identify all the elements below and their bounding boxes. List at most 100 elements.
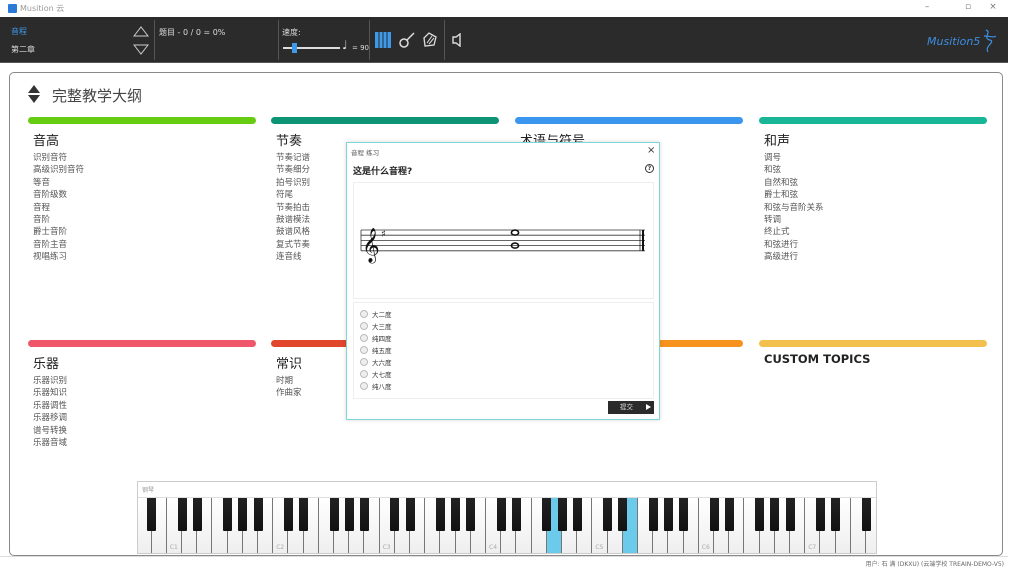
radio-button[interactable] xyxy=(360,310,368,318)
dialog-close-button[interactable]: × xyxy=(647,145,655,156)
black-key[interactable] xyxy=(831,498,841,531)
black-key[interactable] xyxy=(283,498,293,531)
topic-link[interactable]: 拍号识别 xyxy=(276,177,310,189)
topic-label[interactable]: 音程 xyxy=(11,26,27,37)
topic-link[interactable]: 乐器音域 xyxy=(33,437,67,449)
black-key[interactable] xyxy=(724,498,734,531)
black-key[interactable] xyxy=(177,498,187,531)
speaker-icon[interactable] xyxy=(452,33,462,47)
topic-link[interactable]: 节奏拍击 xyxy=(276,202,310,214)
topic-link[interactable]: 视唱练习 xyxy=(33,251,67,263)
black-key[interactable] xyxy=(147,498,157,531)
radio-button[interactable] xyxy=(360,370,368,378)
tempo-slider-thumb[interactable] xyxy=(291,43,297,53)
answer-option[interactable]: 纯五度 xyxy=(360,345,392,355)
clap-icon[interactable] xyxy=(422,31,438,49)
black-key[interactable] xyxy=(435,498,445,531)
topic-link[interactable]: 和弦 xyxy=(764,164,781,176)
topic-link[interactable]: 音阶级数 xyxy=(33,189,67,201)
topic-link[interactable]: 爵士和弦 xyxy=(764,189,798,201)
topic-link[interactable]: 识别音符 xyxy=(33,152,67,164)
black-key[interactable] xyxy=(253,498,263,531)
answer-option[interactable]: 大七度 xyxy=(360,369,392,379)
black-key[interactable] xyxy=(329,498,339,531)
black-key[interactable] xyxy=(344,498,354,531)
radio-button[interactable] xyxy=(360,346,368,354)
black-key[interactable] xyxy=(390,498,400,531)
black-key[interactable] xyxy=(663,498,673,531)
topic-link[interactable]: 音阶主音 xyxy=(33,239,67,251)
prev-next-arrows[interactable] xyxy=(133,25,149,57)
black-key[interactable] xyxy=(755,498,765,531)
answer-option[interactable]: 大三度 xyxy=(360,321,392,331)
topic-link[interactable]: 复式节奏 xyxy=(276,239,310,251)
topic-link[interactable]: 节奏细分 xyxy=(276,164,310,176)
piano-icon[interactable] xyxy=(375,32,391,48)
category-heading[interactable]: 和声 xyxy=(764,130,790,149)
answer-option[interactable]: 纯四度 xyxy=(360,333,392,343)
close-button[interactable]: × xyxy=(986,2,1000,12)
topic-link[interactable]: 调号 xyxy=(764,152,781,164)
black-key[interactable] xyxy=(785,498,795,531)
topic-link[interactable]: 乐器调性 xyxy=(33,400,67,412)
sort-arrows-icon[interactable] xyxy=(27,84,41,104)
topic-link[interactable]: 高级识别音符 xyxy=(33,164,84,176)
category-heading[interactable]: 音高 xyxy=(33,130,59,149)
radio-button[interactable] xyxy=(360,358,368,366)
answer-option[interactable]: 纯八度 xyxy=(360,381,392,391)
black-key[interactable] xyxy=(223,498,233,531)
black-key[interactable] xyxy=(299,498,309,531)
topic-link[interactable]: 鼓谱模法 xyxy=(276,214,310,226)
category-heading[interactable]: 节奏 xyxy=(276,130,302,149)
topic-link[interactable]: 乐器知识 xyxy=(33,387,67,399)
black-key[interactable] xyxy=(192,498,202,531)
black-key[interactable] xyxy=(511,498,521,531)
topic-link[interactable]: 爵士音阶 xyxy=(33,226,67,238)
radio-button[interactable] xyxy=(360,334,368,342)
topic-link[interactable]: 节奏记谱 xyxy=(276,152,310,164)
black-key[interactable] xyxy=(405,498,415,531)
topic-link[interactable]: 和弦与音阶关系 xyxy=(764,202,824,214)
topic-link[interactable]: 终止式 xyxy=(764,226,790,238)
topic-link[interactable]: 符尾 xyxy=(276,189,293,201)
topic-link[interactable]: 高级进行 xyxy=(764,251,798,263)
category-heading[interactable]: 常识 xyxy=(276,353,302,372)
topic-link[interactable]: 等音 xyxy=(33,177,50,189)
tempo-slider[interactable] xyxy=(283,43,340,53)
topic-link[interactable]: 乐器移调 xyxy=(33,412,67,424)
black-key[interactable] xyxy=(572,498,582,531)
black-key[interactable] xyxy=(709,498,719,531)
topic-link[interactable]: 鼓谱风格 xyxy=(276,226,310,238)
black-key[interactable] xyxy=(238,498,248,531)
black-key[interactable] xyxy=(679,498,689,531)
black-key[interactable] xyxy=(557,498,567,531)
topic-link[interactable]: 谱号转换 xyxy=(33,425,67,437)
topic-link[interactable]: 作曲家 xyxy=(276,387,302,399)
help-icon[interactable]: ? xyxy=(645,164,654,173)
topic-link[interactable]: 转调 xyxy=(764,214,781,226)
topic-link[interactable]: 乐器识别 xyxy=(33,375,67,387)
minimize-button[interactable]: – xyxy=(920,2,934,12)
submit-button[interactable]: 提交 xyxy=(608,401,654,414)
restore-button[interactable]: ▫ xyxy=(961,2,975,12)
topic-link[interactable]: 自然和弦 xyxy=(764,177,798,189)
black-key[interactable] xyxy=(496,498,506,531)
radio-button[interactable] xyxy=(360,382,368,390)
topic-link[interactable]: 连音线 xyxy=(276,251,302,263)
answer-option[interactable]: 大六度 xyxy=(360,357,392,367)
black-key[interactable] xyxy=(770,498,780,531)
topic-link[interactable]: 和弦进行 xyxy=(764,239,798,251)
category-heading[interactable]: 乐器 xyxy=(33,353,59,372)
topic-link[interactable]: 音程 xyxy=(33,202,50,214)
radio-button[interactable] xyxy=(360,322,368,330)
black-key[interactable] xyxy=(815,498,825,531)
black-key[interactable] xyxy=(603,498,613,531)
black-key[interactable] xyxy=(542,498,552,531)
black-key[interactable] xyxy=(451,498,461,531)
black-key[interactable] xyxy=(466,498,476,531)
guitar-icon[interactable] xyxy=(399,31,415,49)
category-heading[interactable]: CUSTOM TOPICS xyxy=(764,352,870,366)
answer-option[interactable]: 大二度 xyxy=(360,309,392,319)
black-key[interactable] xyxy=(359,498,369,531)
topic-link[interactable]: 时期 xyxy=(276,375,293,387)
